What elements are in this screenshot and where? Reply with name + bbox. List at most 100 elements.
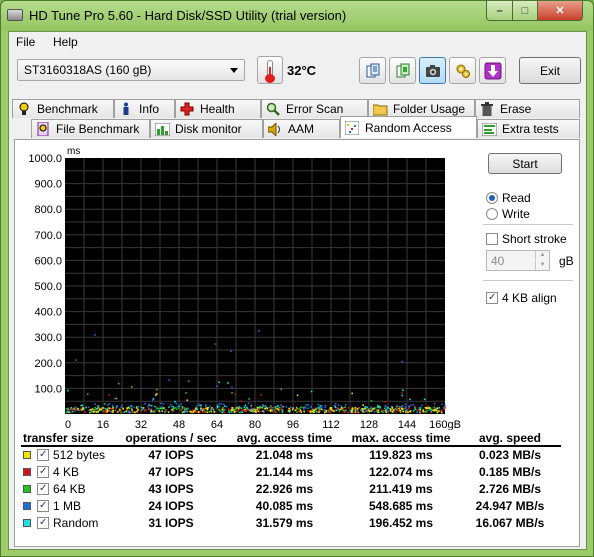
x-tick-label: 48 bbox=[173, 419, 185, 430]
options-button[interactable] bbox=[449, 57, 476, 84]
data-point bbox=[377, 404, 379, 407]
data-point bbox=[330, 408, 333, 411]
short-stroke-size-input[interactable]: 40 ▲ ▼ bbox=[486, 250, 550, 271]
menu-file[interactable]: File bbox=[16, 35, 35, 49]
tab-info[interactable]: Info bbox=[114, 99, 175, 118]
exit-button[interactable]: Exit bbox=[519, 57, 581, 84]
divider bbox=[483, 224, 573, 225]
y-tick-label: 500.0 bbox=[34, 281, 62, 293]
data-point bbox=[278, 410, 281, 413]
save-button[interactable] bbox=[479, 57, 506, 84]
spin-down-icon[interactable]: ▼ bbox=[535, 261, 549, 270]
data-point bbox=[101, 407, 104, 409]
series-visible-checkbox[interactable] bbox=[37, 449, 49, 461]
data-point bbox=[276, 407, 279, 410]
data-point bbox=[387, 410, 390, 413]
data-point bbox=[409, 398, 411, 401]
copy-info-button[interactable] bbox=[359, 57, 386, 84]
tab-aam[interactable]: AAM bbox=[263, 119, 340, 138]
data-point bbox=[86, 393, 89, 395]
data-point bbox=[255, 411, 257, 413]
data-point bbox=[419, 408, 422, 411]
camera-button[interactable] bbox=[419, 57, 446, 84]
copy-screenshot-button[interactable] bbox=[389, 57, 416, 84]
short-stroke-checkbox[interactable]: Short stroke bbox=[486, 232, 578, 246]
data-point bbox=[347, 411, 350, 414]
y-tick-label: 200.0 bbox=[34, 358, 62, 370]
data-point bbox=[231, 392, 233, 394]
data-point bbox=[304, 406, 306, 408]
data-point bbox=[94, 334, 96, 336]
data-point bbox=[125, 410, 127, 413]
tab-random-access[interactable]: Random Access bbox=[340, 116, 477, 138]
title-bar[interactable]: HD Tune Pro 5.60 - Hard Disk/SSD Utility… bbox=[1, 1, 593, 31]
series-visible-checkbox[interactable] bbox=[37, 482, 49, 495]
data-point bbox=[114, 409, 117, 412]
avg-access-cell: 40.085 ms bbox=[255, 498, 314, 513]
tab-label: Health bbox=[200, 102, 235, 116]
tab-extra-tests[interactable]: Extra tests bbox=[477, 119, 580, 138]
tab-disk-monitor[interactable]: Disk monitor bbox=[150, 119, 263, 138]
align-4kb-checkbox[interactable]: 4 KB align bbox=[486, 291, 578, 305]
start-button[interactable]: Start bbox=[488, 153, 562, 174]
data-point bbox=[307, 404, 310, 406]
data-point bbox=[260, 394, 263, 396]
max-access-cell: 196.452 ms bbox=[368, 515, 434, 530]
y-tick-label: 400.0 bbox=[34, 307, 62, 319]
data-point bbox=[205, 407, 207, 410]
data-point bbox=[387, 407, 389, 409]
data-point bbox=[391, 410, 394, 413]
tab-file-benchmark[interactable]: File Benchmark bbox=[31, 119, 150, 138]
data-point bbox=[135, 407, 138, 409]
data-point bbox=[148, 407, 150, 410]
data-point bbox=[73, 410, 75, 413]
data-point bbox=[250, 407, 253, 410]
data-point bbox=[320, 408, 323, 411]
series-visible-checkbox[interactable] bbox=[37, 465, 49, 478]
table-row: 512 bytes 47 IOPS 21.048 ms 119.823 ms 0.023… bbox=[21, 446, 561, 463]
data-point bbox=[95, 411, 98, 413]
data-point bbox=[270, 405, 272, 407]
data-point bbox=[351, 392, 353, 395]
read-radio[interactable]: Read bbox=[486, 191, 576, 205]
data-point bbox=[270, 407, 272, 410]
data-point bbox=[197, 403, 200, 406]
data-point bbox=[280, 407, 283, 409]
data-point bbox=[349, 409, 351, 412]
data-point bbox=[140, 406, 143, 409]
drive-select[interactable]: ST3160318AS (160 gB) bbox=[17, 59, 245, 81]
menu-help[interactable]: Help bbox=[53, 35, 78, 49]
data-point bbox=[288, 407, 290, 410]
data-point bbox=[369, 409, 372, 411]
tab-erase[interactable]: Erase bbox=[475, 99, 580, 118]
data-point bbox=[110, 407, 113, 410]
data-point bbox=[246, 406, 248, 409]
maximize-button[interactable]: □ bbox=[512, 1, 538, 21]
data-point bbox=[93, 409, 95, 411]
transfer-size-cell: Random bbox=[21, 514, 116, 531]
data-point bbox=[194, 407, 197, 410]
results-table: transfer size operations / sec avg. acce… bbox=[21, 430, 561, 531]
series-visible-checkbox[interactable] bbox=[37, 499, 49, 512]
data-point bbox=[315, 408, 317, 411]
minimize-button[interactable]: – bbox=[486, 1, 513, 21]
data-point bbox=[419, 411, 421, 414]
write-radio[interactable]: Write bbox=[486, 207, 576, 221]
data-point bbox=[231, 386, 233, 389]
tab-health[interactable]: Health bbox=[175, 99, 261, 118]
data-point bbox=[351, 407, 354, 409]
data-point bbox=[433, 409, 436, 411]
spin-up-icon[interactable]: ▲ bbox=[535, 251, 549, 260]
series-visible-checkbox[interactable] bbox=[37, 516, 49, 529]
data-point bbox=[339, 408, 342, 411]
data-point bbox=[222, 406, 224, 409]
data-point bbox=[251, 410, 253, 412]
close-button[interactable]: ✕ bbox=[537, 1, 583, 21]
tab-benchmark[interactable]: Benchmark bbox=[12, 99, 114, 118]
data-point bbox=[376, 406, 379, 409]
data-point bbox=[240, 400, 242, 403]
data-point bbox=[370, 406, 373, 408]
data-point bbox=[241, 409, 244, 411]
data-point bbox=[412, 410, 415, 412]
data-point bbox=[311, 410, 314, 413]
